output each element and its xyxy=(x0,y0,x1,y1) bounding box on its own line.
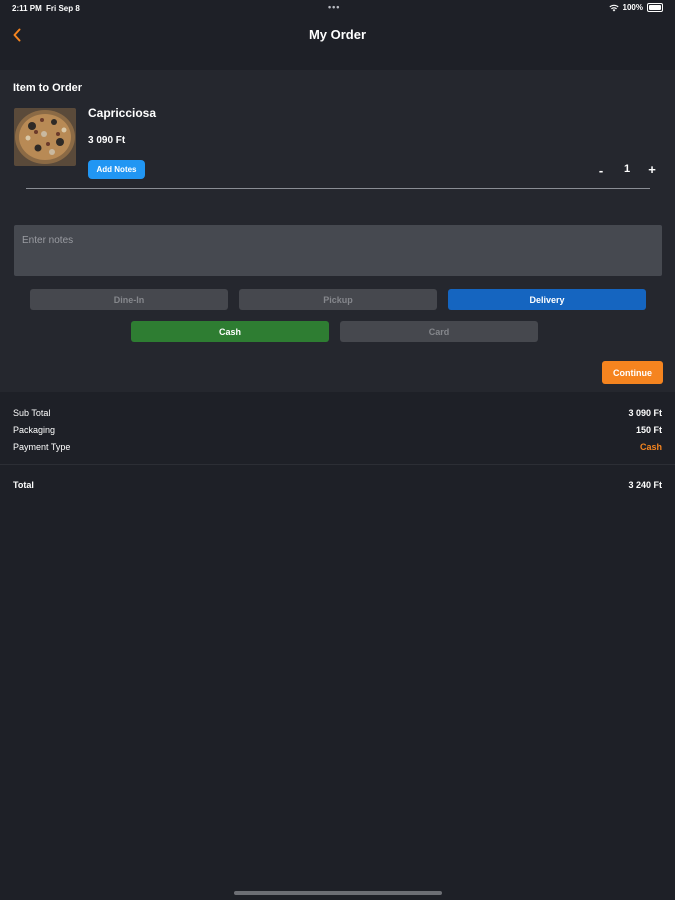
section-heading: Item to Order xyxy=(13,82,83,94)
item-name: Capricciosa xyxy=(88,106,157,120)
packaging-label: Packaging xyxy=(13,425,56,435)
payment-type-value: Cash xyxy=(639,442,662,452)
item-divider xyxy=(26,188,650,189)
subtotal-value: 3 090 Ft xyxy=(628,408,662,418)
battery-icon xyxy=(647,3,663,12)
packaging-row: Packaging 150 Ft xyxy=(13,425,662,435)
battery-percent: 100% xyxy=(622,3,643,12)
home-indicator[interactable] xyxy=(234,891,442,895)
card-button[interactable]: Card xyxy=(340,321,538,342)
status-date: Fri Sep 8 xyxy=(46,4,80,13)
summary-divider xyxy=(0,464,675,465)
add-notes-button[interactable]: Add Notes xyxy=(88,160,145,179)
cash-button[interactable]: Cash xyxy=(131,321,329,342)
nav-bar: My Order xyxy=(0,16,675,68)
continue-button[interactable]: Continue xyxy=(602,361,663,384)
status-bar: 2:11 PM Fri Sep 8 ••• 100% xyxy=(0,0,675,16)
notes-input[interactable] xyxy=(14,225,662,276)
quantity-value: 1 xyxy=(623,163,631,175)
total-value: 3 240 Ft xyxy=(628,480,662,490)
payment-type-row: Payment Type Cash xyxy=(13,442,662,452)
quantity-increase-button[interactable]: + xyxy=(646,162,658,177)
total-row: Total 3 240 Ft xyxy=(13,480,662,490)
payment-type-label: Payment Type xyxy=(13,442,71,452)
item-image xyxy=(14,108,76,166)
delivery-button[interactable]: Delivery xyxy=(448,289,646,310)
multitasking-dots[interactable]: ••• xyxy=(328,2,340,12)
wifi-icon xyxy=(608,4,619,12)
status-time: 2:11 PM xyxy=(12,4,42,13)
subtotal-row: Sub Total 3 090 Ft xyxy=(13,408,662,418)
pickup-button[interactable]: Pickup xyxy=(239,289,437,310)
dine-in-button[interactable]: Dine-In xyxy=(30,289,228,310)
item-price: 3 090 Ft xyxy=(88,135,126,146)
packaging-value: 150 Ft xyxy=(635,425,662,435)
quantity-decrease-button[interactable]: - xyxy=(595,163,607,178)
order-panel: Item to Order Capricciosa 3 090 Ft Add N… xyxy=(0,70,675,392)
status-indicators: 100% xyxy=(608,3,663,12)
subtotal-label: Sub Total xyxy=(13,408,51,418)
page-title: My Order xyxy=(308,27,367,42)
total-label: Total xyxy=(13,480,34,490)
